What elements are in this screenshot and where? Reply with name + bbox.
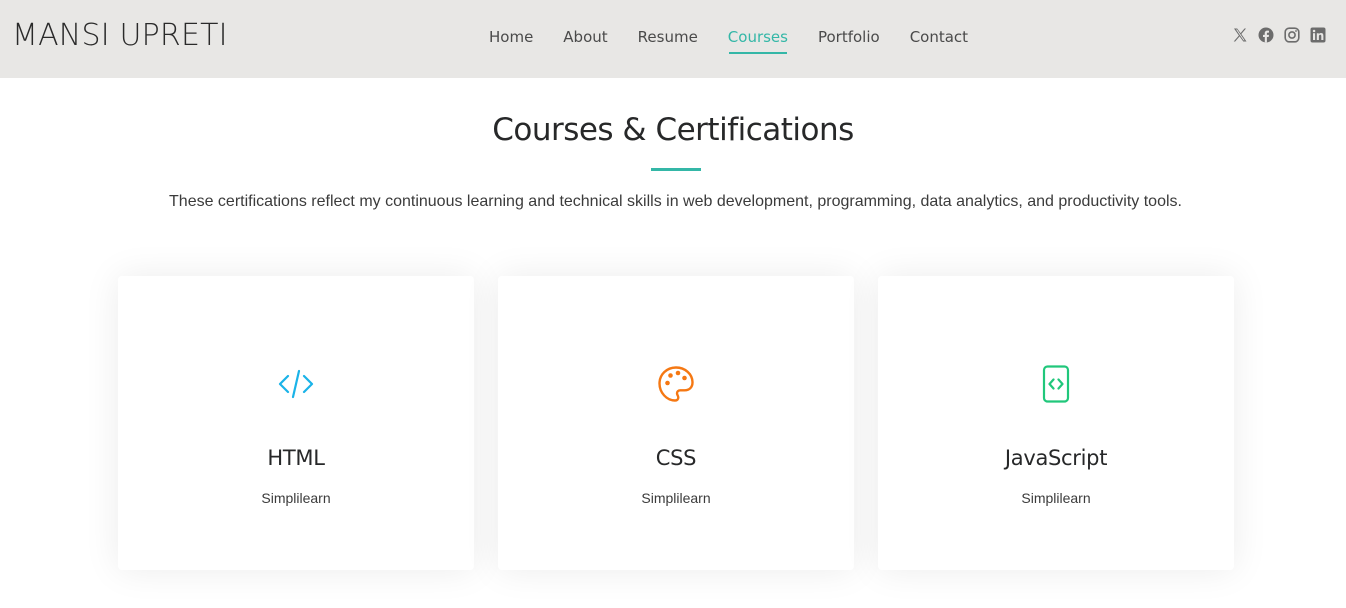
course-provider: Simplilearn xyxy=(641,490,711,506)
facebook-icon[interactable] xyxy=(1258,27,1274,43)
nav-resume-label: Resume xyxy=(637,28,698,46)
nav-home-label: Home xyxy=(489,28,534,46)
site-header: MANSI UPRETI Home About Resume Courses P… xyxy=(0,0,1346,78)
palette-icon xyxy=(656,364,696,404)
nav-courses-label: Courses xyxy=(727,28,788,46)
x-icon[interactable] xyxy=(1232,27,1248,43)
section-description: These certifications reflect my continuo… xyxy=(169,193,1182,210)
nav-contact-label: Contact xyxy=(909,28,969,46)
course-title: JavaScript xyxy=(1004,446,1108,470)
nav-contact[interactable]: Contact xyxy=(895,0,983,78)
nav-portfolio-label: Portfolio xyxy=(817,28,880,46)
linkedin-icon[interactable] xyxy=(1310,27,1326,43)
course-provider: Simplilearn xyxy=(1021,490,1091,506)
nav-active-underline xyxy=(728,52,787,54)
instagram-icon[interactable] xyxy=(1284,27,1300,43)
course-provider: Simplilearn xyxy=(261,490,331,506)
code-icon xyxy=(276,364,316,404)
nav-portfolio[interactable]: Portfolio xyxy=(803,0,895,78)
section-title: Courses & Certifications xyxy=(492,112,854,148)
course-card-css[interactable]: CSS Simplilearn xyxy=(498,276,854,570)
nav-home[interactable]: Home xyxy=(474,0,548,78)
course-title: HTML xyxy=(267,446,325,470)
nav-resume[interactable]: Resume xyxy=(623,0,713,78)
nav-about[interactable]: About xyxy=(548,0,622,78)
title-divider xyxy=(651,168,701,171)
file-code-icon xyxy=(1036,364,1076,404)
main-nav: Home About Resume Courses Portfolio Cont… xyxy=(474,0,983,78)
social-links xyxy=(1232,27,1326,43)
nav-courses[interactable]: Courses xyxy=(713,0,803,78)
course-title: CSS xyxy=(655,446,697,470)
nav-about-label: About xyxy=(563,28,608,46)
course-card-javascript[interactable]: JavaScript Simplilearn xyxy=(878,276,1234,570)
course-card-html[interactable]: HTML Simplilearn xyxy=(118,276,474,570)
site-logo[interactable]: MANSI UPRETI xyxy=(12,18,228,53)
